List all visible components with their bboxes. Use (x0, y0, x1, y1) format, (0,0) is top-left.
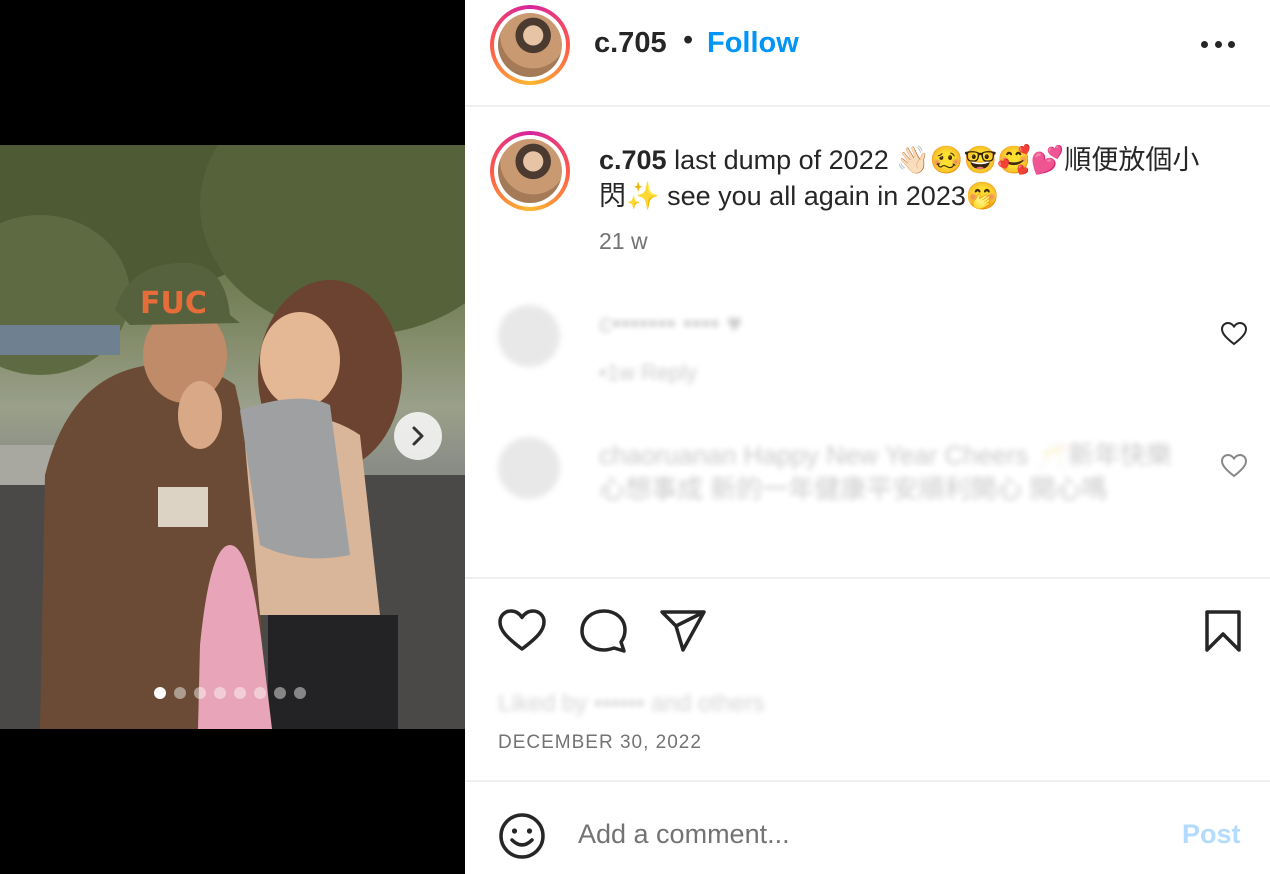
post-caption: c.705 last dump of 2022 👋🏻🥴🤓🥰💕順便放個小閃✨ se… (599, 142, 1219, 214)
carousel-dot (274, 687, 286, 699)
post-actions (465, 577, 1270, 682)
comment-meta: •1w Reply (599, 360, 698, 385)
heart-icon (1220, 321, 1248, 346)
follow-button[interactable]: Follow (707, 27, 799, 60)
svg-text:FUC: FUC (140, 286, 207, 321)
carousel-dot (254, 687, 266, 699)
caption-username[interactable]: c.705 (599, 145, 667, 175)
more-options-icon (1201, 40, 1208, 48)
comment-item: chaoruanan Happy New Year Cheers 🥂新年快樂 心… (465, 432, 1270, 552)
carousel-dot (294, 687, 306, 699)
carousel-dot (194, 687, 206, 699)
comment-input[interactable] (578, 814, 1138, 854)
add-comment-bar: Post (465, 780, 1270, 874)
post-comment-button[interactable]: Post (1182, 819, 1241, 850)
heart-icon (498, 609, 546, 651)
header-separator: • (683, 24, 694, 56)
carousel-dot (174, 687, 186, 699)
more-options-button[interactable] (1201, 30, 1235, 58)
carousel-dot (154, 687, 166, 699)
comment-text: chaoruanan Happy New Year Cheers 🥂新年快樂 心… (599, 440, 1172, 504)
share-icon (660, 610, 706, 652)
caption-author-avatar[interactable] (490, 131, 570, 211)
carousel-dot (234, 687, 246, 699)
comment-icon (580, 609, 627, 653)
chevron-right-icon (412, 426, 424, 446)
like-button[interactable] (498, 609, 546, 658)
commenter-avatar[interactable] (498, 437, 560, 499)
post-header: c.705 • Follow (465, 0, 1270, 107)
carousel-indicator (154, 687, 306, 699)
caption-age: 21 w (599, 228, 648, 254)
author-username[interactable]: c.705 (594, 27, 667, 60)
next-slide-button[interactable] (394, 412, 442, 460)
post-media: FUC (0, 0, 465, 874)
emoji-button[interactable] (498, 812, 546, 865)
caption-text: last dump of 2022 👋🏻🥴🤓🥰💕順便放個小閃✨ see you … (599, 145, 1200, 211)
comment-item: c••••••• •••• ♥ •1w Reply (465, 300, 1270, 390)
commenter-avatar[interactable] (498, 305, 560, 367)
save-button[interactable] (1203, 609, 1243, 658)
comment-text: c••••••• •••• ♥ (599, 308, 743, 338)
heart-icon (1220, 453, 1248, 478)
post-date: DECEMBER 30, 2022 (498, 732, 702, 753)
author-avatar[interactable] (490, 5, 570, 85)
comment-like-button[interactable] (1220, 321, 1248, 351)
comment-button[interactable] (579, 608, 627, 659)
post-details-panel: c.705 • Follow c.705 last dump of 2022 👋… (465, 0, 1270, 874)
emoji-icon (499, 813, 545, 859)
comment-like-button[interactable] (1220, 453, 1248, 483)
carousel-dot (214, 687, 226, 699)
liked-by[interactable]: Liked by •••••• and others (498, 690, 1198, 724)
share-button[interactable] (659, 609, 707, 658)
bookmark-icon (1205, 610, 1241, 652)
